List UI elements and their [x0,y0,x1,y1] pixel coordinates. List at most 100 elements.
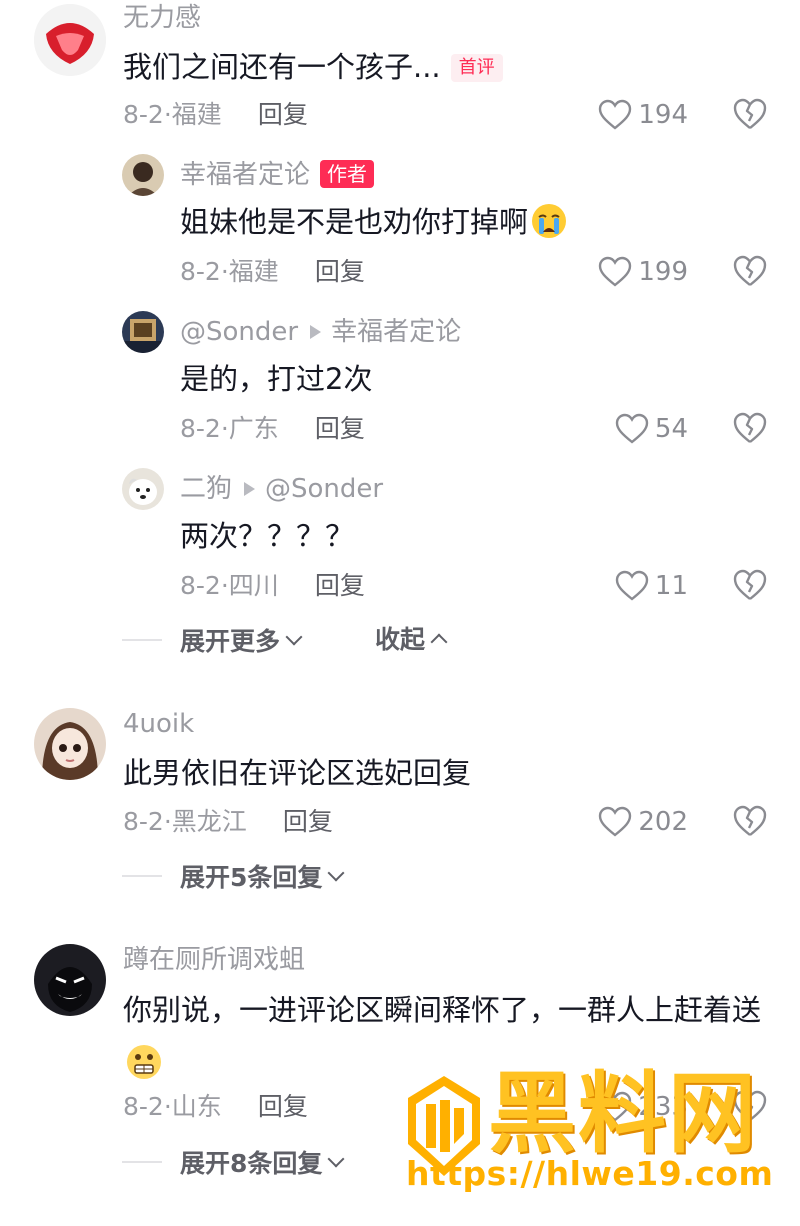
collapse-label: 收起 [375,625,426,654]
reply-to-user[interactable]: @Sonder [265,474,383,504]
reply-button[interactable]: 回复 [258,100,308,129]
comment-meta: 8-2·山东 回复 [123,1091,308,1123]
avatar[interactable] [34,4,106,76]
watermark-url: https://hlwe19.com [406,1154,774,1193]
broken-heart-icon[interactable] [732,804,768,838]
chevron-down-icon [327,1150,345,1168]
divider-line [122,639,162,641]
like-button[interactable]: 11 [588,566,688,606]
divider-line [122,1161,162,1163]
separator: · [163,807,172,836]
separator: · [220,257,229,286]
reply-button[interactable]: 回复 [283,807,333,836]
like-button[interactable]: 194 [588,95,688,135]
username-text: @Sonder [180,317,299,347]
first-comment-badge: 首评 [450,54,503,82]
heart-icon [599,256,632,287]
separator: · [163,100,172,129]
crying-face-icon [532,204,567,238]
comment-location: 福建 [228,257,279,286]
comment-location: 福建 [171,100,222,129]
expand-more-button[interactable]: 展开更多 [122,624,303,656]
chevron-down-icon [327,864,345,882]
comment-meta: 8-2·福建 回复 [123,99,308,131]
watermark-title: 黑料网 [488,1062,759,1165]
comment-item: 4uoik 此男依旧在评论区选妃回复 8-2·黑龙江 回复 202 [0,706,800,846]
like-count: 199 [638,257,688,287]
separator: · [220,414,229,443]
reply-button[interactable]: 回复 [315,571,365,600]
reply-button[interactable]: 回复 [258,1092,308,1121]
comment-text: 我们之间还有一个孩子... 首评 [123,44,503,90]
username-text: 二狗 [180,474,233,504]
like-count: 202 [638,807,688,837]
avatar[interactable] [34,944,106,1016]
reply-to-user[interactable]: 幸福者定论 [331,317,461,347]
comment-body: 姐妹他是不是也劝你打掉啊 [180,205,529,239]
grimacing-face-icon [127,1045,161,1079]
broken-heart-icon[interactable] [732,568,768,602]
comment-date: 8-2 [123,807,164,836]
chevron-up-icon [430,633,448,651]
heart-icon [615,570,649,601]
separator: · [163,1092,172,1121]
comment-date: 8-2 [180,571,221,600]
reply-button[interactable]: 回复 [315,414,365,443]
like-button[interactable]: 54 [588,409,688,449]
expand-replies-button[interactable]: 展开5条回复 [122,860,345,892]
broken-heart-icon[interactable] [732,411,768,445]
comment-meta: 8-2·黑龙江 回复 [123,806,333,838]
reply-arrow-icon [244,481,256,496]
like-count: 11 [654,571,688,601]
avatar[interactable] [122,311,164,353]
comment-location: 广东 [228,414,279,443]
comment-meta: 8-2·广东 回复 [180,413,365,445]
like-button[interactable]: 202 [588,802,688,842]
comment-location: 四川 [228,571,279,600]
avatar[interactable] [34,708,106,780]
comment-text: 此男依旧在评论区选妃回复 [123,756,472,790]
avatar[interactable] [122,154,164,196]
expand-replies-label: 展开8条回复 [180,1149,323,1178]
username[interactable]: @Sonder 幸福者定论 [180,316,461,348]
username[interactable]: 二狗 @Sonder [180,473,383,505]
avatar[interactable] [122,468,164,510]
reply-item: @Sonder 幸福者定论 是的，打过2次 8-2·广东 回复 54 [0,307,800,467]
like-button[interactable]: 199 [588,252,688,292]
comment-date: 8-2 [180,414,221,443]
heart-icon [615,413,649,444]
comment-text: 两次？？？？ [180,519,355,553]
separator: · [220,571,229,600]
author-badge: 作者 [320,160,375,188]
username[interactable]: 蹲在厕所调戏蛆 [123,944,305,976]
comment-meta: 8-2·四川 回复 [180,570,365,602]
expand-replies-label: 展开5条回复 [180,863,323,892]
broken-heart-icon[interactable] [732,254,768,288]
reply-arrow-icon [310,324,322,339]
divider-line [122,875,162,877]
expand-replies-button[interactable]: 展开8条回复 [122,1146,345,1178]
heart-icon [599,99,632,130]
like-count: 54 [654,414,688,444]
username[interactable]: 幸福者定论 作者 [180,159,375,191]
chevron-down-icon [285,628,303,646]
broken-heart-icon[interactable] [732,97,768,131]
username-text: 幸福者定论 [180,160,311,190]
comment-date: 8-2 [123,100,164,129]
heart-icon [599,806,632,837]
comment-item: 无力感 我们之间还有一个孩子... 首评 8-2·福建 回复 194 [0,0,800,150]
comment-date: 8-2 [180,257,221,286]
comment-text: 是的，打过2次 [180,362,373,396]
reply-item: 二狗 @Sonder 两次？？？？ 8-2·四川 回复 11 [0,464,800,624]
comment-text: 姐妹他是不是也劝你打掉啊 [180,199,568,245]
reply-item: 幸福者定论 作者 姐妹他是不是也劝你打掉啊 8-2·福建 回复 199 [0,150,800,310]
comment-body: 我们之间还有一个孩子... [123,50,441,84]
collapse-button[interactable]: 收起 [375,624,448,656]
comment-meta: 8-2·福建 回复 [180,256,365,288]
comment-date: 8-2 [123,1092,164,1121]
username[interactable]: 4uoik [123,708,194,740]
comment-body: 你别说，一进评论区瞬间释怀了，一群人上赶着送 [123,993,762,1027]
like-count: 194 [638,100,688,130]
username[interactable]: 无力感 [123,2,201,34]
reply-button[interactable]: 回复 [315,257,365,286]
